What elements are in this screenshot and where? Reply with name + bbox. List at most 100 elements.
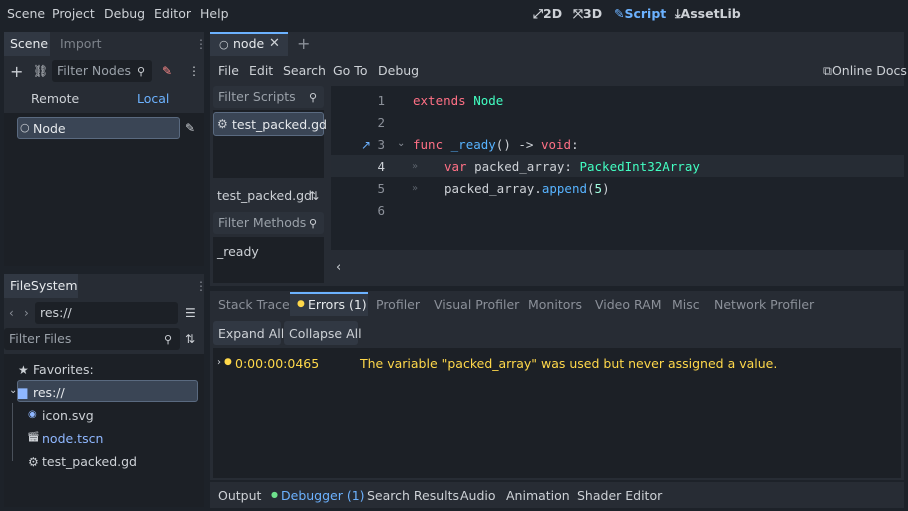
dock-menu-icon[interactable]: ⋮ bbox=[195, 38, 207, 50]
script-attach-icon[interactable]: ✎ bbox=[162, 65, 172, 77]
file-node-tscn[interactable]: node.tscn bbox=[42, 431, 103, 446]
link-icon[interactable]: ⛓ bbox=[33, 65, 48, 77]
code-line-4: var packed_array: PackedInt32Array bbox=[444, 159, 700, 174]
bottom-tab-output[interactable]: Output bbox=[218, 488, 261, 503]
fold-chevron-icon[interactable]: ⌄ bbox=[397, 139, 405, 149]
res-root-label: res:// bbox=[33, 385, 65, 400]
code-line-1: extends Node bbox=[413, 93, 503, 108]
line-number: 6 bbox=[377, 203, 385, 218]
chevron-down-icon[interactable]: ⌄ bbox=[9, 386, 17, 396]
external-link-icon: ⧉ bbox=[823, 63, 832, 78]
bottom-tab-search-results[interactable]: Search Results bbox=[367, 488, 459, 503]
tab-errors-label: Errors (1) bbox=[308, 297, 367, 312]
file-icon-svg[interactable]: icon.svg bbox=[42, 408, 94, 423]
tab-filesystem-label: FileSystem bbox=[10, 278, 78, 293]
code-token: packed_array. bbox=[444, 181, 542, 196]
workspace-script-button[interactable]: ✎Script bbox=[614, 6, 666, 21]
bottom-tab-shader-editor[interactable]: Shader Editor bbox=[577, 488, 662, 503]
close-icon[interactable]: ✕ bbox=[269, 37, 280, 50]
tab-network-profiler[interactable]: Network Profiler bbox=[714, 297, 814, 312]
workspace-assetlib-button[interactable]: ⤓AssetLib bbox=[675, 6, 741, 22]
script-menu-file[interactable]: File bbox=[218, 63, 239, 78]
menu-help[interactable]: Help bbox=[200, 6, 229, 21]
sort-icon[interactable]: ⇅ bbox=[309, 190, 319, 202]
menu-editor[interactable]: Editor bbox=[154, 6, 191, 21]
code-token: 5 bbox=[594, 181, 603, 196]
script-menu-goto[interactable]: Go To bbox=[333, 63, 367, 78]
back-icon[interactable]: ‹ bbox=[9, 307, 14, 319]
code-token: Node bbox=[473, 93, 504, 108]
favorites-label[interactable]: Favorites: bbox=[33, 362, 94, 377]
tab-monitors[interactable]: Monitors bbox=[528, 297, 582, 312]
line-number: 4 bbox=[377, 159, 385, 174]
workspace-3d-button[interactable]: ⤧3D bbox=[573, 6, 602, 22]
tab-node-label: node bbox=[233, 36, 265, 51]
tab-visual-profiler[interactable]: Visual Profiler bbox=[434, 297, 519, 312]
bottom-tab-animation[interactable]: Animation bbox=[506, 488, 570, 503]
script-icon[interactable]: ✎ bbox=[185, 122, 195, 134]
tab-stack-trace[interactable]: Stack Trace bbox=[218, 297, 290, 312]
collapse-all-label: Collapse All bbox=[289, 326, 362, 341]
filter-scripts-input[interactable]: Filter Scripts bbox=[213, 86, 324, 108]
gear-icon: ⚙ bbox=[217, 117, 228, 131]
override-method-icon: ↗ bbox=[361, 138, 372, 152]
node-icon: ○ bbox=[20, 121, 30, 134]
tab-misc[interactable]: Misc bbox=[672, 297, 700, 312]
svg-file-icon: ◉ bbox=[28, 409, 37, 420]
script-menu-edit[interactable]: Edit bbox=[249, 63, 273, 78]
menu-project[interactable]: Project bbox=[52, 6, 95, 21]
sort-icon[interactable]: ⇅ bbox=[185, 333, 195, 345]
forward-icon[interactable]: › bbox=[24, 307, 29, 319]
code-line-3: func _ready() -> void: bbox=[413, 137, 579, 152]
code-token: append bbox=[541, 181, 587, 196]
indent-marker-icon: » bbox=[412, 161, 419, 172]
code-token: var bbox=[444, 159, 467, 174]
current-script-name: test_packed.gd bbox=[217, 188, 312, 203]
online-docs-link[interactable]: ⧉Online Docs bbox=[823, 63, 907, 79]
tab-import[interactable]: Import bbox=[60, 36, 102, 51]
filter-methods-input[interactable]: Filter Methods bbox=[213, 212, 324, 234]
path-input[interactable]: res:// bbox=[35, 302, 178, 324]
script-menu-search[interactable]: Search bbox=[283, 63, 326, 78]
search-icon: ⚲ bbox=[137, 65, 146, 78]
remote-label: Remote bbox=[31, 91, 80, 106]
tree-guide bbox=[12, 403, 13, 461]
local-label[interactable]: Local bbox=[137, 91, 169, 106]
scene-file-icon: 🎬︎ bbox=[27, 432, 40, 443]
search-icon: ⚲ bbox=[309, 91, 318, 104]
chevron-left-icon[interactable]: ‹ bbox=[336, 261, 341, 274]
indent-marker-icon: » bbox=[412, 183, 419, 194]
filter-files-input[interactable]: Filter Files bbox=[4, 328, 180, 350]
warning-dot-icon: ● bbox=[297, 299, 305, 309]
script-icon: ✎ bbox=[614, 6, 625, 21]
split-view-icon[interactable]: ☰ bbox=[185, 307, 196, 319]
menu-debug[interactable]: Debug bbox=[104, 6, 145, 21]
file-test-packed-gd[interactable]: test_packed.gd bbox=[42, 454, 137, 469]
add-node-icon[interactable]: + bbox=[10, 64, 23, 80]
menu-scene[interactable]: Scene bbox=[7, 6, 45, 21]
bottom-tab-debugger[interactable]: Debugger (1) bbox=[281, 488, 365, 503]
top-menu-bar: Scene Project Debug Editor Help ⤢2D ⤧3D … bbox=[0, 0, 908, 28]
code-line-5: packed_array.append(5) bbox=[444, 181, 610, 196]
script-list-item-label: test_packed.gd bbox=[232, 117, 327, 132]
more-icon[interactable]: ⋮ bbox=[188, 65, 200, 77]
warning-dot-icon: ● bbox=[224, 357, 232, 367]
star-icon: ★ bbox=[18, 363, 29, 377]
line-number: 2 bbox=[377, 115, 385, 130]
tab-profiler[interactable]: Profiler bbox=[376, 297, 420, 312]
code-token: extends bbox=[413, 93, 466, 108]
code-token: packed_array: bbox=[474, 159, 580, 174]
chevron-right-icon[interactable]: › bbox=[217, 358, 221, 368]
code-token: ) bbox=[602, 181, 610, 196]
add-tab-icon[interactable]: + bbox=[297, 36, 310, 52]
line-number: 5 bbox=[377, 181, 385, 196]
tab-video-ram[interactable]: Video RAM bbox=[595, 297, 662, 312]
bottom-tab-audio[interactable]: Audio bbox=[460, 488, 496, 503]
workspace-2d-button[interactable]: ⤢2D bbox=[533, 6, 562, 22]
method-item-ready[interactable]: _ready bbox=[217, 244, 259, 259]
dock-menu-icon[interactable]: ⋮ bbox=[195, 280, 207, 292]
gear-icon: ⚙ bbox=[28, 455, 39, 469]
debugger-status-dot-icon: ● bbox=[271, 490, 278, 499]
code-token: : bbox=[571, 137, 579, 152]
script-menu-debug[interactable]: Debug bbox=[378, 63, 419, 78]
